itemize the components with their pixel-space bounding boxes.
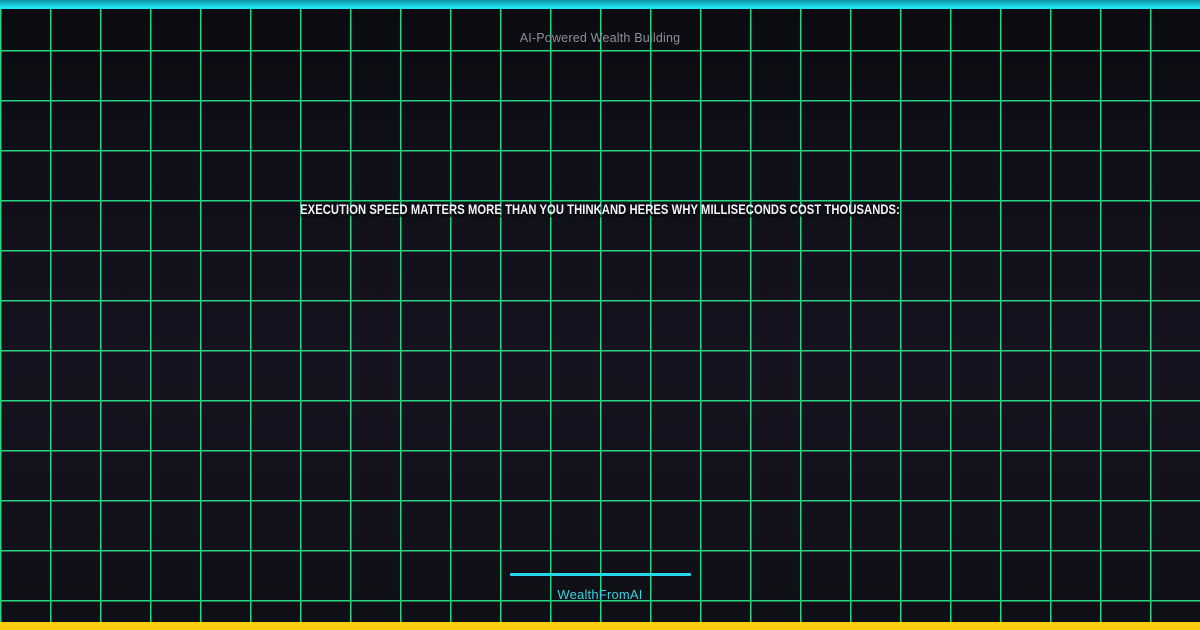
social-card: AI-Powered Wealth Building EXECUTION SPE…: [0, 0, 1200, 630]
brand-name: WealthFromAI: [557, 587, 643, 602]
brand-divider-line: [510, 573, 691, 576]
headline-text: EXECUTION SPEED MATTERS MORE THAN YOU TH…: [300, 201, 900, 217]
top-accent-bar: [0, 0, 1200, 9]
eyebrow-label: AI-Powered Wealth Building: [519, 31, 681, 45]
grid-background: [0, 0, 1200, 630]
bottom-accent-bar: [0, 622, 1200, 630]
